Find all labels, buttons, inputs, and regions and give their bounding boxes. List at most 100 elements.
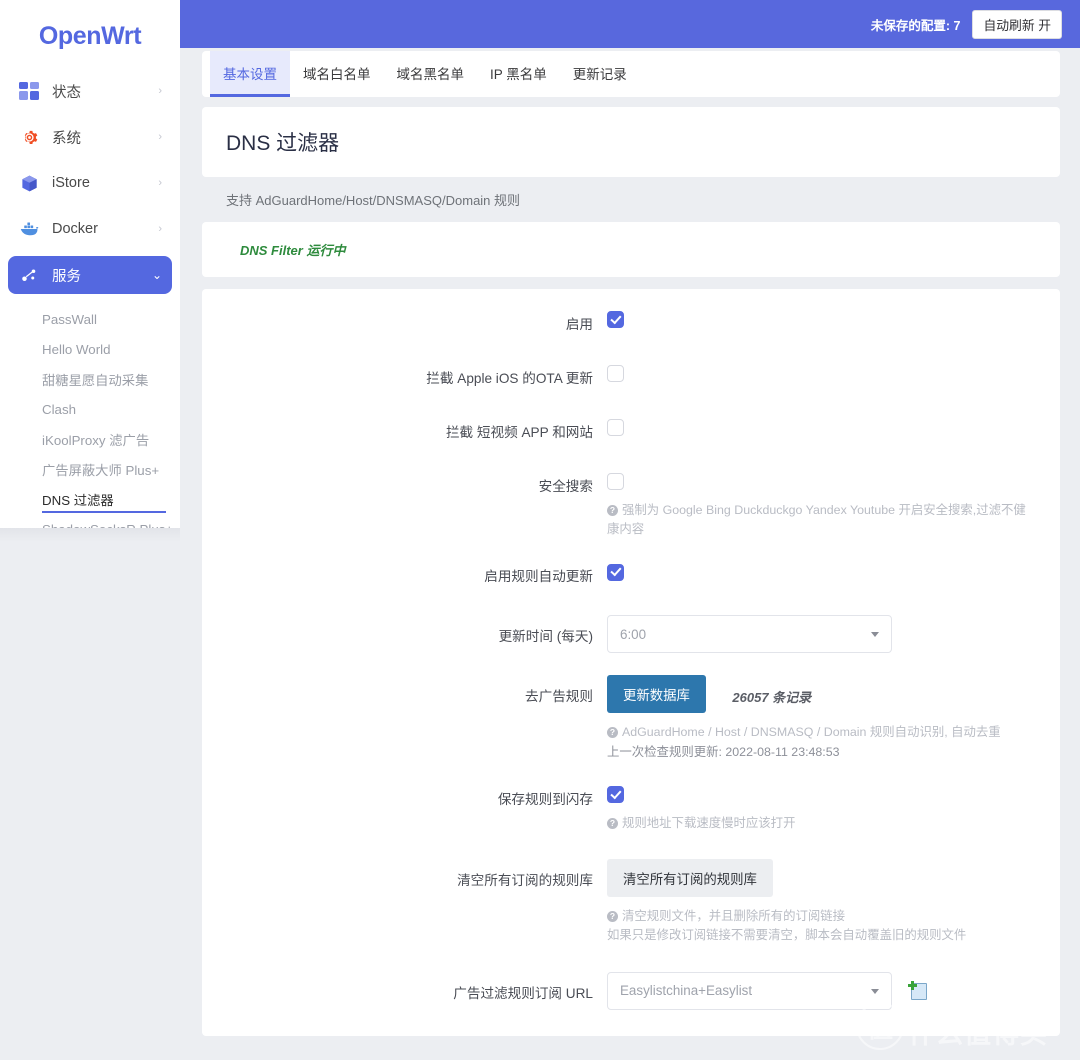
sidebar-item-label: 状态 (52, 84, 81, 101)
sidebar-item-clash[interactable]: Clash (0, 394, 180, 424)
hint-text: 清空规则文件，并且删除所有的订阅链接 (622, 909, 846, 924)
share-nodes-icon (18, 264, 40, 286)
auto-refresh-toggle[interactable]: 自动刷新 开 (972, 9, 1062, 39)
block-shortvideo-checkbox[interactable] (607, 419, 624, 437)
chevron-right-icon: › (158, 130, 162, 143)
sidebar-item-dns-filter[interactable]: DNS 过滤器 (0, 484, 180, 514)
plus-shape (908, 981, 917, 989)
hint-text: 强制为 Google Bing Duckduckgo Yandex Youtub… (607, 503, 1026, 537)
adblock-rules-hint: ? AdGuardHome / Host / DNSMASQ / Domain 规… (607, 723, 1030, 761)
enable-checkbox[interactable] (607, 311, 624, 329)
tab-basic-settings[interactable]: 基本设置 (210, 51, 290, 97)
clear-subscriptions-button[interactable]: 清空所有订阅的规则库 (607, 859, 773, 898)
auto-update-label: 启用规则自动更新 (484, 569, 593, 585)
sidebar-item-services[interactable]: 服务 ⌄ (8, 256, 172, 294)
sidebar-item-adblock-master[interactable]: 广告屏蔽大师 Plus+ (0, 454, 180, 484)
sidebar: OpenWrt 状态 › 系统 › iStore › Docker › 服务 ⌄… (0, 0, 180, 528)
sidebar-item-label: Docker (52, 221, 98, 237)
form-row-save-to-flash: 保存规则到闪存 ? 规则地址下载速度慢时应该打开 (202, 786, 1060, 833)
chevron-right-icon: › (158, 176, 162, 189)
safe-search-hint: ? 强制为 Google Bing Duckduckgo Yandex Youtu… (607, 501, 1030, 539)
form-row-block-ios-ota: 拦截 Apple iOS 的OTA 更新 (202, 365, 1060, 387)
page-title: DNS 过滤器 (226, 132, 340, 155)
sidebar-item-tiantang[interactable]: 甜糖星愿自动采集 (0, 364, 180, 394)
sidebar-item-system[interactable]: 系统 › (8, 118, 172, 156)
update-database-button[interactable]: 更新数据库 (607, 675, 706, 714)
auto-update-checkbox[interactable] (607, 563, 624, 581)
top-header-bar: 未保存的配置: 7 自动刷新 开 (180, 0, 1080, 48)
sidebar-bottom-shadow (0, 528, 180, 542)
clear-subs-hint: ? 清空规则文件，并且删除所有的订阅链接 如果只是修改订阅链接不需要清空，脚本会自… (607, 907, 1030, 945)
sidebar-item-label: 系统 (52, 130, 81, 147)
unsaved-changes-badge[interactable]: 未保存的配置: 7 (871, 15, 961, 34)
help-icon: ? (607, 505, 618, 516)
sidebar-item-ikoolproxy[interactable]: iKoolProxy 滤广告 (0, 424, 180, 454)
tab-bar: 基本设置 域名白名单 域名黑名单 IP 黑名单 更新记录 (202, 51, 1060, 97)
record-count: 26057 条记录 (732, 689, 812, 705)
enable-label: 启用 (565, 317, 593, 332)
sidebar-item-ssr-plus[interactable]: ShadowSocksR Plus+ (0, 514, 180, 529)
tab-ip-blacklist[interactable]: IP 黑名单 (477, 51, 560, 97)
content-column: 基本设置 域名白名单 域名黑名单 IP 黑名单 更新记录 DNS 过滤器 支持 … (180, 48, 1080, 1060)
safe-search-label: 安全搜索 (538, 479, 593, 494)
whale-icon (18, 218, 40, 240)
form-row-safe-search: 安全搜索 ? 强制为 Google Bing Duckduckgo Yandex … (202, 473, 1060, 539)
settings-form-card: 启用 拦截 Apple iOS 的OTA 更新 拦截 短视频 APP 和网站 安… (202, 289, 1060, 1036)
save-to-flash-checkbox[interactable] (607, 786, 624, 804)
block-ios-ota-checkbox[interactable] (607, 365, 624, 383)
sidebar-item-label: iStore (52, 175, 90, 191)
form-row-enable: 启用 (202, 311, 1060, 333)
chevron-down-icon: ⌄ (151, 268, 162, 282)
sub-url-value: Easylistchina+Easylist (620, 983, 753, 999)
sidebar-item-status[interactable]: 状态 › (8, 72, 172, 110)
form-row-update-time: 更新时间 (每天) 6:00 (202, 615, 1060, 654)
page-subtitle: 支持 AdGuardHome/Host/DNSMASQ/Domain 规则 (226, 193, 521, 208)
tab-domain-whitelist[interactable]: 域名白名单 (290, 51, 384, 97)
last-check-text: 上一次检查规则更新: 2022-08-11 23:48:53 (607, 744, 840, 759)
sidebar-item-istore[interactable]: iStore › (8, 164, 172, 202)
adblock-rules-label: 去广告规则 (525, 689, 593, 705)
tab-domain-blacklist[interactable]: 域名黑名单 (384, 51, 478, 97)
tab-label: 域名黑名单 (396, 66, 465, 82)
brand-name: OpenWrt (38, 21, 142, 50)
status-badge: DNS Filter 运行中 (240, 243, 346, 258)
grid-icon (18, 80, 40, 102)
sub-url-select[interactable]: Easylistchina+Easylist (607, 971, 892, 1010)
form-row-adblock-rules: 去广告规则 更新数据库 26057 条记录 ? AdGuardHome / Hos… (202, 675, 1060, 761)
tab-label: 域名白名单 (303, 66, 371, 82)
chevron-right-icon: › (158, 84, 162, 97)
safe-search-checkbox[interactable] (607, 473, 624, 491)
gear-icon (18, 126, 40, 148)
save-to-flash-label: 保存规则到闪存 (497, 791, 593, 807)
brand-logo[interactable]: OpenWrt (0, 0, 180, 72)
tab-label: 更新记录 (572, 66, 627, 82)
tab-update-log[interactable]: 更新记录 (560, 51, 640, 97)
update-time-value: 6:00 (620, 626, 647, 642)
form-row-block-shortvideo: 拦截 短视频 APP 和网站 (202, 419, 1060, 441)
chevron-down-icon (871, 632, 879, 638)
help-icon: ? (607, 817, 618, 829)
service-status-card: DNS Filter 运行中 (202, 222, 1060, 277)
chevron-right-icon: › (158, 222, 162, 235)
app-root: 基本设置 域名白名单 域名黑名单 IP 黑名单 更新记录 DNS 过滤器 支持 … (0, 0, 1080, 1060)
tab-label: IP 黑名单 (490, 66, 547, 82)
primary-nav: 状态 › 系统 › iStore › Docker › 服务 ⌄ (0, 72, 180, 294)
form-row-clear-subs: 清空所有订阅的规则库 清空所有订阅的规则库 ? 清空规则文件，并且删除所有的订阅链… (202, 859, 1060, 945)
block-shortvideo-label: 拦截 短视频 APP 和网站 (445, 425, 593, 440)
hint-text: 规则地址下载速度慢时应该打开 (622, 815, 796, 830)
sub-url-label: 广告过滤规则订阅 URL (453, 985, 593, 1001)
sidebar-item-hello-world[interactable]: Hello World (0, 334, 180, 364)
main-region: 基本设置 域名白名单 域名黑名单 IP 黑名单 更新记录 DNS 过滤器 支持 … (180, 0, 1080, 1060)
services-submenu: PassWall Hello World 甜糖星愿自动采集 Clash iKoo… (0, 302, 180, 528)
save-to-flash-hint: ? 规则地址下载速度慢时应该打开 (607, 814, 1030, 833)
hint-text: AdGuardHome / Host / DNSMASQ / Domain 规则… (622, 725, 1001, 740)
update-time-select[interactable]: 6:00 (607, 615, 892, 654)
help-icon: ? (607, 727, 618, 739)
sidebar-item-passwall[interactable]: PassWall (0, 304, 180, 334)
form-row-sub-url: 广告过滤规则订阅 URL Easylistchina+Easylist (202, 971, 1060, 1010)
box-icon (18, 172, 40, 194)
add-document-icon[interactable] (908, 980, 929, 1001)
sidebar-item-docker[interactable]: Docker › (8, 210, 172, 248)
page-title-card: DNS 过滤器 (202, 107, 1060, 177)
block-ios-ota-label: 拦截 Apple iOS 的OTA 更新 (426, 371, 593, 386)
